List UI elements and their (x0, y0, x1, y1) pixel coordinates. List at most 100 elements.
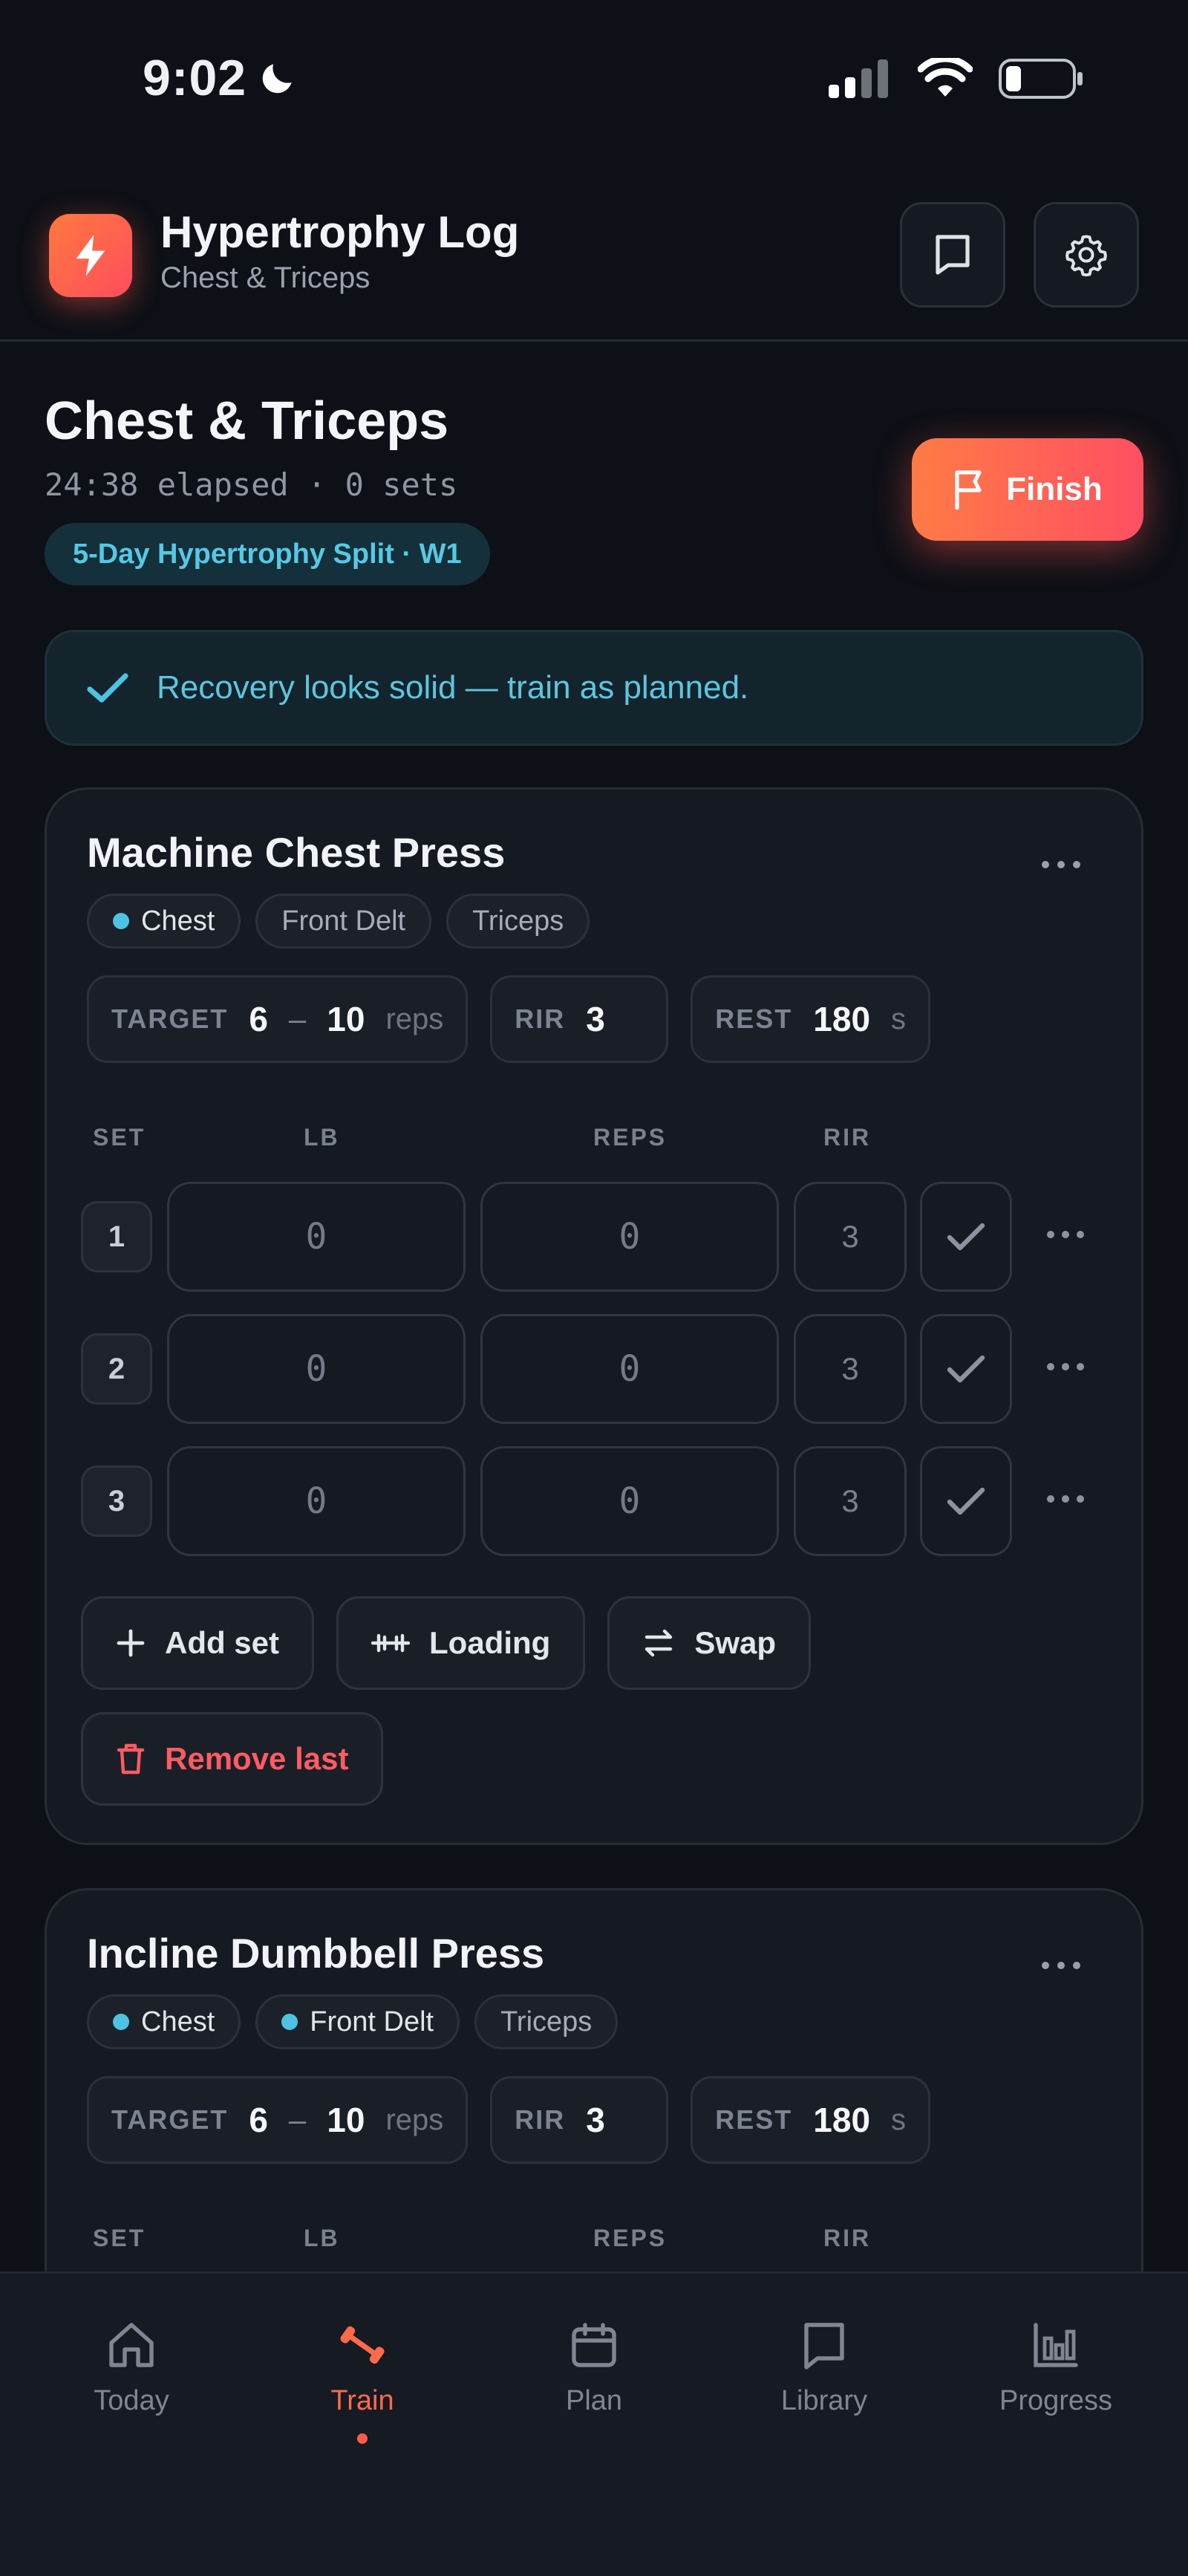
screen: 9:02 Hypertrophy Log Chest & Triceps Che… (0, 0, 1188, 2576)
target-dash: – (288, 1001, 307, 1036)
calendar-icon (572, 2323, 616, 2367)
target-dash: – (288, 2102, 307, 2137)
finish-button[interactable]: Finish (912, 438, 1143, 541)
complete-set-button[interactable] (920, 1446, 1012, 1556)
more-icon[interactable] (1046, 1229, 1085, 1240)
set-number: 1 (81, 1201, 152, 1272)
plus-icon (117, 1629, 145, 1657)
recovery-banner: Recovery looks solid — train as planned. (45, 630, 1143, 746)
check-icon (947, 1487, 985, 1515)
reps-input[interactable]: 0 (480, 1314, 779, 1424)
target-rest[interactable]: REST 180 s (691, 975, 931, 1063)
rir-input[interactable]: 3 (794, 1182, 907, 1292)
finish-label: Finish (1006, 471, 1103, 507)
muscle-tags: Chest Front Delt Triceps (87, 894, 590, 949)
muscle-tag: Chest (87, 894, 241, 949)
weight-input[interactable]: 0 (167, 1182, 466, 1292)
rir-label: RIR (515, 1004, 566, 1034)
muscle-tag: Triceps (446, 894, 590, 949)
target-reps[interactable]: TARGET 6 – 10 reps (87, 2076, 469, 2164)
nav-label: Plan (565, 2385, 623, 2416)
reps-input[interactable]: 0 (480, 1182, 779, 1292)
set-number: 3 (81, 1466, 152, 1537)
dumbbell-icon (340, 2326, 385, 2364)
target-min: 6 (249, 1000, 268, 1038)
flag-icon (955, 470, 982, 510)
rir-value: 3 (586, 2101, 605, 2139)
muscle-tags: Chest Front Delt Triceps (87, 1994, 619, 2049)
col-header-lb: LB (304, 1124, 340, 1151)
gear-icon (1065, 235, 1107, 277)
notes-icon (936, 235, 970, 275)
rest-unit: s (891, 2103, 907, 2136)
swap-button[interactable]: Swap (607, 1596, 812, 1690)
workout-meta: 24:38 elapsed · 0 sets (45, 466, 458, 503)
more-icon[interactable] (1046, 1362, 1085, 1372)
remove-last-button[interactable]: Remove last (81, 1712, 384, 1806)
target-reps[interactable]: TARGET 6 – 10 reps (87, 975, 469, 1063)
notes-button[interactable] (900, 202, 1005, 308)
set-number: 2 (81, 1333, 152, 1405)
col-header-lb: LB (304, 2225, 340, 2251)
col-header-rir: RIR (823, 1124, 872, 1151)
check-icon (947, 1355, 985, 1383)
status-time-text: 9:02 (143, 50, 247, 106)
weight-input[interactable]: 0 (167, 1314, 466, 1424)
complete-set-button[interactable] (920, 1182, 1012, 1292)
check-icon (87, 673, 128, 703)
banner-text: Recovery looks solid — train as planned. (157, 669, 749, 706)
status-bar: 9:02 (0, 0, 1188, 149)
status-time: 9:02 (143, 49, 298, 107)
add-set-label: Add set (165, 1625, 280, 1660)
nav-item-progress[interactable]: Progress (937, 2318, 1175, 2417)
rest-value: 180 (813, 1000, 871, 1038)
nav-item-today[interactable]: Today (13, 2318, 250, 2417)
exercise-card: Machine Chest Press Chest Front Delt Tri… (45, 787, 1143, 1845)
bottom-nav: Today Train Plan Library Progress (0, 2271, 1188, 2576)
moon-icon (262, 64, 292, 94)
nav-item-train[interactable]: Train (244, 2318, 481, 2444)
add-set-button[interactable]: Add set (81, 1596, 315, 1690)
primary-dot-icon (281, 2014, 298, 2030)
book-icon (804, 2323, 844, 2370)
reps-input[interactable]: 0 (480, 1446, 779, 1556)
target-rest[interactable]: REST 180 s (691, 2076, 931, 2164)
swap-icon (645, 1629, 673, 1657)
rest-unit: s (891, 1002, 907, 1035)
exercise-targets: TARGET 6 – 10 reps RIR 3 REST 180 s (87, 2076, 931, 2164)
more-icon[interactable] (1040, 1960, 1082, 1971)
muscle-tag-label: Front Delt (310, 2006, 434, 2037)
swap-label: Swap (694, 1625, 777, 1660)
settings-button[interactable] (1034, 202, 1139, 308)
rest-value: 180 (813, 2101, 871, 2139)
app-title: Hypertrophy Log (160, 207, 520, 257)
wifi-icon (918, 58, 973, 97)
target-rir[interactable]: RIR 3 (490, 975, 669, 1063)
muscle-tag-label: Triceps (500, 2006, 593, 2037)
muscle-tag-label: Chest (141, 905, 215, 937)
col-header-set: SET (93, 1124, 146, 1151)
primary-dot-icon (113, 913, 129, 929)
weight-input[interactable]: 0 (167, 1446, 466, 1556)
rest-label: REST (715, 1004, 793, 1034)
target-unit: reps (385, 1002, 444, 1035)
nav-item-library[interactable]: Library (705, 2318, 943, 2417)
col-header-rir: RIR (823, 2225, 872, 2251)
target-rir[interactable]: RIR 3 (490, 2076, 669, 2164)
bar-chart-icon (1034, 2323, 1078, 2367)
complete-set-button[interactable] (920, 1314, 1012, 1424)
primary-dot-icon (113, 2014, 129, 2030)
loading-button[interactable]: Loading (336, 1596, 586, 1690)
rest-label: REST (715, 2104, 793, 2135)
exercise-name: Machine Chest Press (87, 829, 506, 876)
set-actions: Add set Loading Swap (81, 1596, 812, 1690)
more-icon[interactable] (1046, 1494, 1085, 1504)
trash-icon (117, 1743, 145, 1775)
app-header: Hypertrophy Log Chest & Triceps (0, 169, 1188, 342)
nav-item-plan[interactable]: Plan (475, 2318, 713, 2417)
more-icon[interactable] (1040, 859, 1082, 870)
set-actions-secondary: Remove last (81, 1712, 384, 1806)
target-label: TARGET (111, 2104, 229, 2135)
rir-input[interactable]: 3 (794, 1446, 907, 1556)
rir-input[interactable]: 3 (794, 1314, 907, 1424)
